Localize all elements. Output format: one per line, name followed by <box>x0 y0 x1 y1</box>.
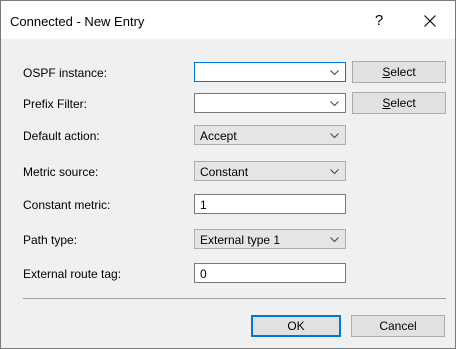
default-action-value: Accept <box>200 129 237 143</box>
path-type-select[interactable]: External type 1 <box>194 229 346 249</box>
prefix-filter-select-button[interactable]: Select <box>352 92 446 114</box>
chevron-down-icon <box>330 237 339 243</box>
chevron-down-icon <box>330 169 339 175</box>
constant-metric-value: 1 <box>200 198 207 212</box>
ospf-instance-select-button[interactable]: Select <box>352 61 446 83</box>
path-type-value: External type 1 <box>200 233 281 247</box>
help-button[interactable]: ? <box>365 7 393 35</box>
metric-source-label: Metric source: <box>23 165 99 179</box>
external-route-tag-label: External route tag: <box>23 267 122 281</box>
metric-source-select[interactable]: Constant <box>194 161 346 181</box>
constant-metric-label: Constant metric: <box>23 198 111 212</box>
constant-metric-input[interactable]: 1 <box>194 194 346 214</box>
chevron-down-icon <box>330 133 339 139</box>
prefix-filter-label: Prefix Filter: <box>23 97 88 111</box>
footer-divider <box>23 298 446 299</box>
ok-button[interactable]: OK <box>251 315 341 337</box>
ospf-instance-label: OSPF instance: <box>23 66 108 80</box>
chevron-down-icon <box>330 70 339 76</box>
external-route-tag-value: 0 <box>200 267 207 281</box>
dialog-window: Connected - New Entry ? OSPF instance: S… <box>0 0 456 349</box>
close-button[interactable] <box>413 7 447 35</box>
chevron-down-icon <box>330 101 339 107</box>
default-action-select[interactable]: Accept <box>194 125 346 145</box>
title-bar: Connected - New Entry ? <box>1 1 455 39</box>
external-route-tag-input[interactable]: 0 <box>194 263 346 283</box>
window-title: Connected - New Entry <box>10 14 145 29</box>
cancel-button[interactable]: Cancel <box>351 315 445 337</box>
path-type-label: Path type: <box>23 233 78 247</box>
metric-source-value: Constant <box>200 165 249 179</box>
prefix-filter-combobox[interactable] <box>194 93 346 113</box>
close-icon <box>424 15 436 27</box>
default-action-label: Default action: <box>23 129 100 143</box>
ospf-instance-combobox[interactable] <box>194 62 346 82</box>
